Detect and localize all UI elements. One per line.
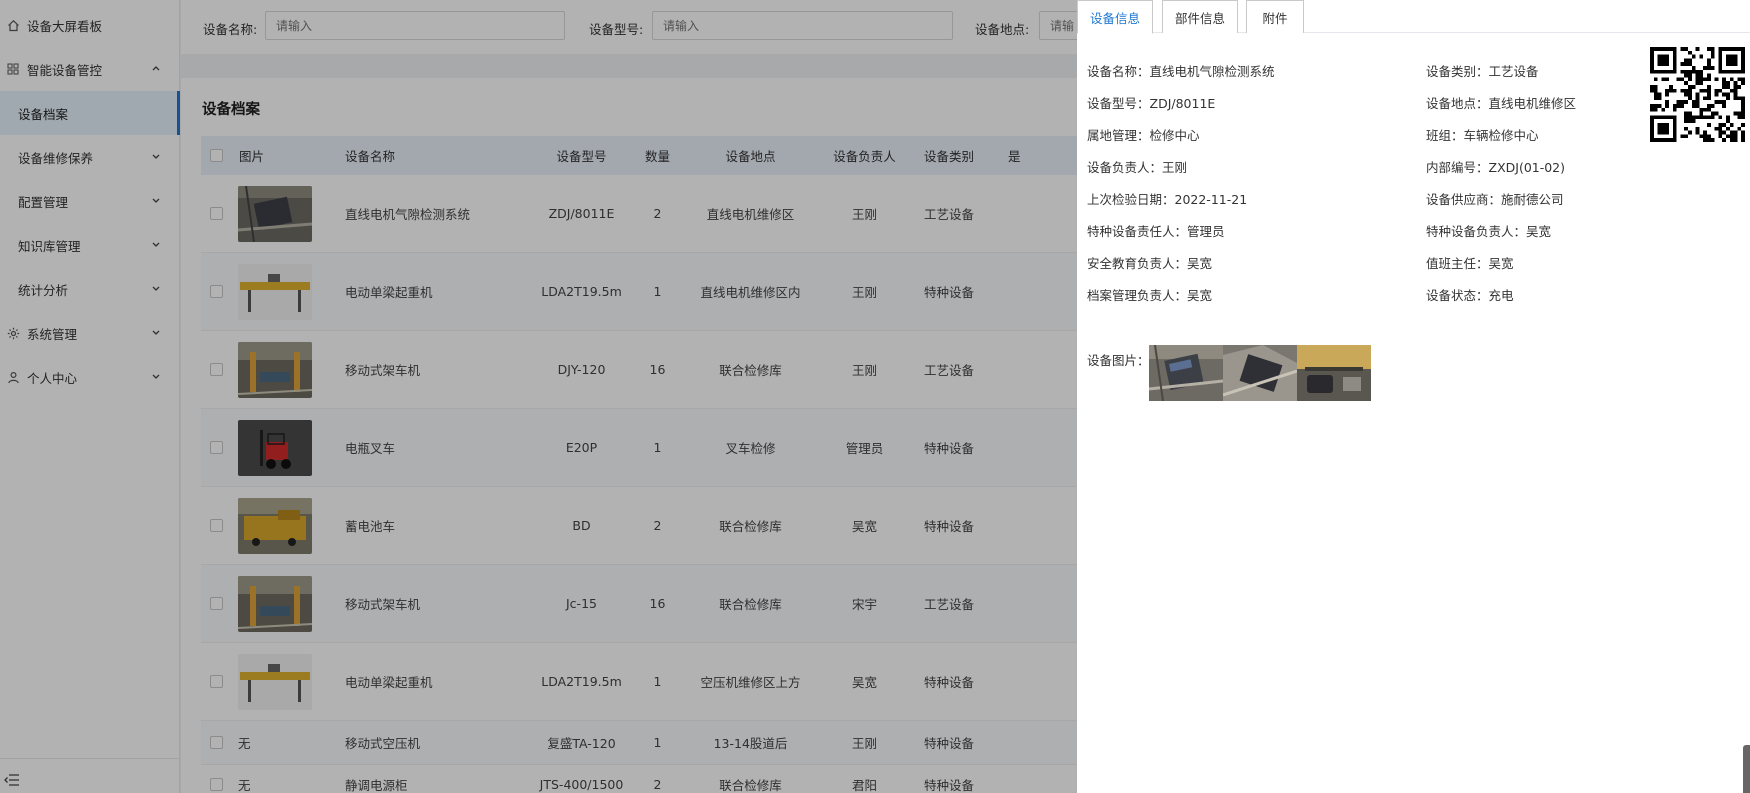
tab-device-info[interactable]: 设备信息 [1077,0,1153,34]
info-field: 安全教育负责人：吴宽 [1087,256,1213,271]
device-detail-drawer: 设备信息 部件信息 附件 设备名称：直线电机气隙检测系统 设备型号：ZDJ/801… [1077,0,1750,793]
modal-overlay[interactable] [0,0,1077,793]
device-photo[interactable] [1222,345,1298,401]
tab-parts-info[interactable]: 部件信息 [1162,0,1238,33]
info-field: 特种设备责任人：管理员 [1087,224,1225,239]
device-photo[interactable] [1148,344,1224,402]
info-field: 设备状态：充电 [1426,288,1514,303]
device-images [1148,344,1371,402]
device-images-label: 设备图片： [1087,353,1150,368]
scrollbar-thumb[interactable] [1743,745,1750,793]
info-field: 属地管理：检修中心 [1087,128,1200,143]
info-field: 设备地点：直线电机维修区 [1426,96,1577,111]
info-field: 内部编号：ZXDJ(01-02) [1426,160,1566,175]
info-field: 上次检验日期：2022-11-21 [1087,192,1248,207]
device-photo[interactable] [1297,345,1371,401]
info-field: 设备类别：工艺设备 [1426,64,1539,79]
info-field: 设备供应商：施耐德公司 [1426,192,1564,207]
info-field: 设备型号：ZDJ/8011E [1087,96,1216,111]
info-field: 设备名称：直线电机气隙检测系统 [1087,64,1275,79]
info-field: 设备负责人：王刚 [1087,160,1188,175]
info-field: 特种设备负责人：吴宽 [1426,224,1552,239]
info-field: 班组：车辆检修中心 [1426,128,1539,143]
qr-code-icon [1650,47,1745,142]
info-field: 值班主任：吴宽 [1426,256,1514,271]
info-field: 档案管理负责人：吴宽 [1087,288,1213,303]
tab-attachments[interactable]: 附件 [1246,0,1304,33]
drawer-tabs: 设备信息 部件信息 附件 [1077,0,1750,34]
